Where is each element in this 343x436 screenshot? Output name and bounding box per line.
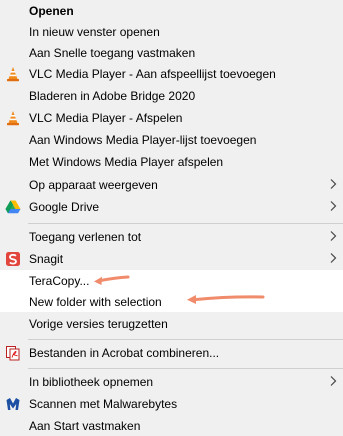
menu-item-label: Snagit (29, 251, 64, 266)
menu-item-label: In bibliotheek opnemen (29, 374, 154, 389)
menu-item-give-access[interactable]: Toegang verlenen tot (0, 226, 343, 247)
menu-item-openen[interactable]: Openen (0, 0, 343, 21)
menu-item-wmp-add-list[interactable]: Aan Windows Media Player-lijst toevoegen (0, 129, 343, 150)
context-menu: Openen In nieuw venster openen Aan Snell… (0, 0, 343, 433)
menu-item-label: Op apparaat weergeven (29, 177, 158, 192)
menu-item-label: Openen (29, 3, 74, 18)
malwarebytes-icon (4, 395, 22, 413)
menu-item-label: Bladeren in Adobe Bridge 2020 (29, 88, 196, 103)
menu-separator (28, 223, 343, 224)
menu-item-malwarebytes-scan[interactable]: Scannen met Malwarebytes (0, 393, 343, 414)
menu-item-vlc-play[interactable]: VLC Media Player - Afspelen (0, 107, 343, 128)
menu-item-label: Scannen met Malwarebytes (29, 396, 178, 411)
chevron-right-icon (327, 176, 339, 192)
vlc-cone-icon (4, 65, 22, 83)
menu-item-new-folder-with-selection[interactable]: New folder with selection (0, 291, 343, 312)
menu-item-acrobat-combine[interactable]: Bestanden in Acrobat combineren... (0, 342, 343, 363)
chevron-right-icon (327, 228, 339, 244)
chevron-right-icon (327, 198, 339, 214)
menu-item-pin-to-start[interactable]: Aan Start vastmaken (0, 415, 343, 436)
menu-item-label: Aan Snelle toegang vastmaken (29, 45, 196, 60)
menu-item-snagit[interactable]: Snagit (0, 248, 343, 269)
vlc-cone-icon (4, 109, 22, 127)
menu-item-label: Bestanden in Acrobat combineren... (29, 345, 220, 360)
menu-item-label: In nieuw venster openen (29, 24, 160, 39)
menu-separator (28, 339, 343, 340)
acrobat-combine-icon (4, 344, 22, 362)
menu-item-google-drive[interactable]: Google Drive (0, 196, 343, 217)
menu-item-label: Vorige versies terugzetten (29, 316, 168, 331)
google-drive-icon (4, 198, 22, 216)
menu-item-teracopy[interactable]: TeraCopy... (0, 270, 343, 291)
menu-item-label: VLC Media Player - Aan afspeellijst toev… (29, 66, 276, 81)
annotation-arrow-teracopy (94, 275, 130, 285)
chevron-right-icon (327, 250, 339, 266)
menu-item-label: Aan Windows Media Player-lijst toevoegen (29, 132, 257, 147)
menu-item-wmp-play[interactable]: Met Windows Media Player afspelen (0, 151, 343, 172)
menu-item-label: Aan Start vastmaken (29, 418, 141, 433)
annotation-arrow-new-folder (187, 295, 265, 304)
chevron-right-icon (327, 373, 339, 389)
menu-item-open-new-window[interactable]: In nieuw venster openen (0, 21, 343, 42)
menu-item-cast-to-device[interactable]: Op apparaat weergeven (0, 174, 343, 195)
menu-item-label: TeraCopy... (29, 273, 90, 288)
menu-item-include-in-library[interactable]: In bibliotheek opnemen (0, 371, 343, 392)
menu-item-label: Google Drive (29, 199, 100, 214)
menu-separator (28, 368, 343, 369)
menu-item-pin-quick-access[interactable]: Aan Snelle toegang vastmaken (0, 42, 343, 63)
menu-item-label: New folder with selection (29, 294, 162, 309)
menu-item-vlc-add-playlist[interactable]: VLC Media Player - Aan afspeellijst toev… (0, 63, 343, 84)
snagit-icon (4, 250, 22, 268)
menu-item-adobe-bridge[interactable]: Bladeren in Adobe Bridge 2020 (0, 85, 343, 106)
menu-item-label: Toegang verlenen tot (29, 229, 142, 244)
menu-item-label: VLC Media Player - Afspelen (29, 110, 183, 125)
menu-item-restore-previous-versions[interactable]: Vorige versies terugzetten (0, 313, 343, 334)
menu-item-label: Met Windows Media Player afspelen (29, 154, 224, 169)
